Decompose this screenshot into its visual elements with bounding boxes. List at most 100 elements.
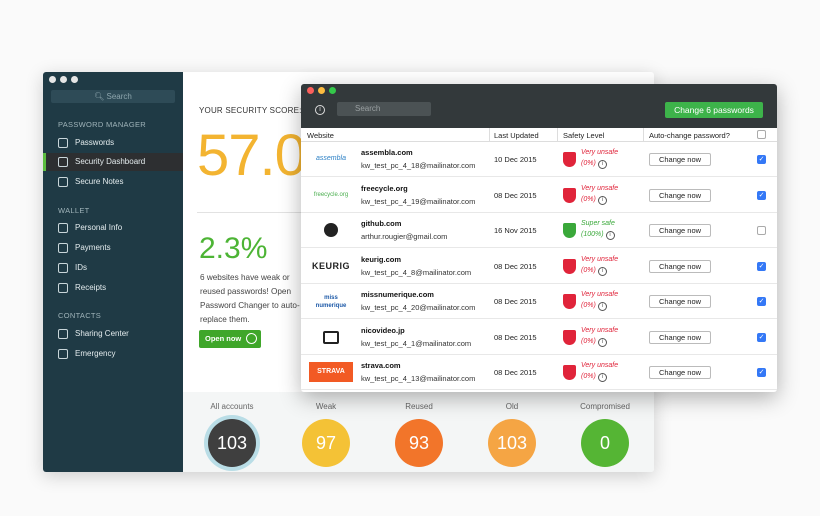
- safety-text: Very unsafe: [581, 149, 619, 156]
- stat-compromised[interactable]: Compromised 0: [565, 402, 645, 467]
- sidebar-item-label: Personal Info: [75, 223, 123, 232]
- info-icon[interactable]: i: [597, 195, 607, 205]
- header-website: Website: [307, 131, 334, 140]
- safety-percent: (100%): [581, 231, 604, 238]
- auto-change-checkbox[interactable]: ✓: [757, 297, 766, 306]
- safety-percent: (0%): [581, 337, 596, 345]
- stat-all-accounts[interactable]: All accounts 103: [192, 402, 272, 467]
- section-wallet: WALLET: [58, 206, 90, 215]
- site-logo: freecycle.org: [309, 185, 353, 205]
- change-now-button[interactable]: Change now: [649, 259, 711, 273]
- safety-level: Super safe (100%) i: [581, 218, 615, 240]
- window-controls[interactable]: [49, 76, 78, 83]
- info-icon[interactable]: i: [597, 337, 607, 347]
- safety-level: Very unsafe (0%) i: [581, 325, 618, 347]
- site-login: kw_test_pc_4_19@mailinator.com: [361, 196, 476, 206]
- flag-shield-icon: [563, 294, 576, 309]
- column-separator: [643, 128, 644, 142]
- info-icon[interactable]: i: [597, 373, 607, 382]
- stat-label: Reused: [405, 402, 433, 411]
- table-row: freecycle.org freecycle.org kw_test_pc_4_1…: [301, 178, 777, 213]
- sidebar-item-emergency[interactable]: Emergency: [43, 345, 183, 363]
- password-changer-window: i Search Change 6 passwords Website Last…: [301, 84, 777, 392]
- table-row: STRAVA strava.com kw_test_pc_4_13@mailinat…: [301, 355, 777, 390]
- people-icon: [58, 329, 68, 339]
- score-label: YOUR SECURITY SCORE:: [199, 106, 302, 115]
- octocat-icon: [324, 223, 338, 237]
- section-contacts: CONTACTS: [58, 311, 102, 320]
- auto-change-checkbox[interactable]: [757, 226, 766, 235]
- weak-percentage: 2.3%: [199, 232, 268, 265]
- lock-icon: [58, 138, 68, 148]
- safety-text: Very unsafe: [581, 326, 619, 334]
- site-login: kw_test_pc_4_13@mailinator.com: [361, 374, 476, 383]
- sidebar-item-label: Sharing Center: [75, 329, 129, 338]
- auto-change-checkbox[interactable]: ✓: [757, 368, 766, 377]
- auto-change-checkbox[interactable]: ✓: [757, 332, 766, 342]
- change-now-button[interactable]: Change now: [649, 153, 711, 166]
- sidebar-search-input[interactable]: 🔍︎ Search: [51, 90, 175, 103]
- stat-weak[interactable]: Weak 97: [286, 402, 366, 467]
- open-now-button[interactable]: Open now: [199, 330, 261, 348]
- change-now-button[interactable]: Change now: [649, 224, 711, 237]
- auto-change-checkbox[interactable]: ✓: [757, 261, 766, 271]
- stat-reused[interactable]: Reused 93: [379, 402, 459, 467]
- change-now-button[interactable]: Change now: [649, 330, 711, 344]
- select-all-checkbox[interactable]: [757, 130, 766, 139]
- check-shield-icon: [563, 223, 576, 238]
- sidebar-item-personal-info[interactable]: Personal Info: [43, 219, 183, 237]
- weak-description: 6 websites have weak or reused passwords…: [200, 273, 300, 324]
- sidebar-item-security-dashboard[interactable]: Security Dashboard: [43, 153, 183, 171]
- stat-circle: 103: [488, 419, 536, 467]
- last-updated: 08 Dec 2015: [494, 332, 537, 342]
- change-now-button[interactable]: Change now: [649, 188, 711, 202]
- table-row: assembla assembla.com kw_test_pc_4_18@mail…: [301, 142, 777, 177]
- section-password-manager: PASSWORD MANAGER: [58, 120, 147, 129]
- table-row: github.com arthur.rougier@gmail.com 16 Nov…: [301, 213, 777, 248]
- sidebar-item-secure-notes[interactable]: Secure Notes: [43, 173, 183, 191]
- stat-label: Weak: [315, 402, 337, 411]
- site-logo-text: KEURIG: [311, 260, 350, 271]
- sidebar-item-passwords[interactable]: Passwords: [43, 134, 183, 152]
- site-name: keurig.com: [361, 254, 402, 264]
- safety-text: Very unsafe: [581, 362, 619, 369]
- safety-level: Very unsafe (0%) i: [581, 183, 618, 205]
- card-icon: [58, 243, 68, 253]
- sidebar-item-ids[interactable]: IDs: [43, 259, 183, 277]
- change-now-button[interactable]: Change now: [649, 295, 711, 308]
- sidebar: 🔍︎ Search PASSWORD MANAGER Passwords Sec…: [43, 72, 183, 472]
- sidebar-item-label: Secure Notes: [75, 177, 124, 186]
- header-safety-level: Safety Level: [563, 131, 605, 140]
- auto-change-checkbox[interactable]: ✓: [757, 155, 766, 164]
- change-now-button[interactable]: Change now: [649, 366, 711, 379]
- info-icon[interactable]: i: [315, 105, 325, 115]
- info-icon[interactable]: i: [605, 231, 615, 240]
- note-icon: [58, 177, 68, 187]
- person-icon: [58, 223, 68, 233]
- last-updated: 16 Nov 2015: [494, 226, 537, 235]
- flag-shield-icon: [563, 365, 576, 380]
- stat-old[interactable]: Old 103: [472, 402, 552, 467]
- site-login: kw_test_pc_4_8@mailinator.com: [361, 267, 472, 277]
- safety-percent: (0%): [581, 195, 596, 203]
- sidebar-item-receipts[interactable]: Receipts: [43, 279, 183, 297]
- flag-shield-icon: [563, 187, 576, 203]
- auto-change-checkbox[interactable]: ✓: [757, 190, 766, 200]
- sidebar-item-label: IDs: [75, 263, 87, 272]
- site-logo: [309, 327, 353, 347]
- info-icon[interactable]: i: [597, 302, 607, 311]
- info-icon[interactable]: i: [597, 266, 607, 276]
- info-icon[interactable]: i: [597, 160, 607, 169]
- security-score: 57.0: [197, 123, 307, 188]
- sidebar-item-payments[interactable]: Payments: [43, 239, 183, 257]
- safety-percent: (0%): [581, 373, 596, 380]
- last-updated: 08 Dec 2015: [494, 368, 537, 377]
- site-logo-text: freecycle.org: [313, 191, 349, 198]
- site-login: kw_test_pc_4_20@mailinator.com: [361, 303, 476, 312]
- open-now-label: Open now: [205, 334, 242, 343]
- window-controls[interactable]: [307, 87, 336, 94]
- sidebar-item-sharing-center[interactable]: Sharing Center: [43, 325, 183, 343]
- change-all-passwords-button[interactable]: Change 6 passwords: [665, 102, 763, 118]
- changer-search-input[interactable]: Search: [337, 102, 431, 116]
- divider: [197, 212, 307, 213]
